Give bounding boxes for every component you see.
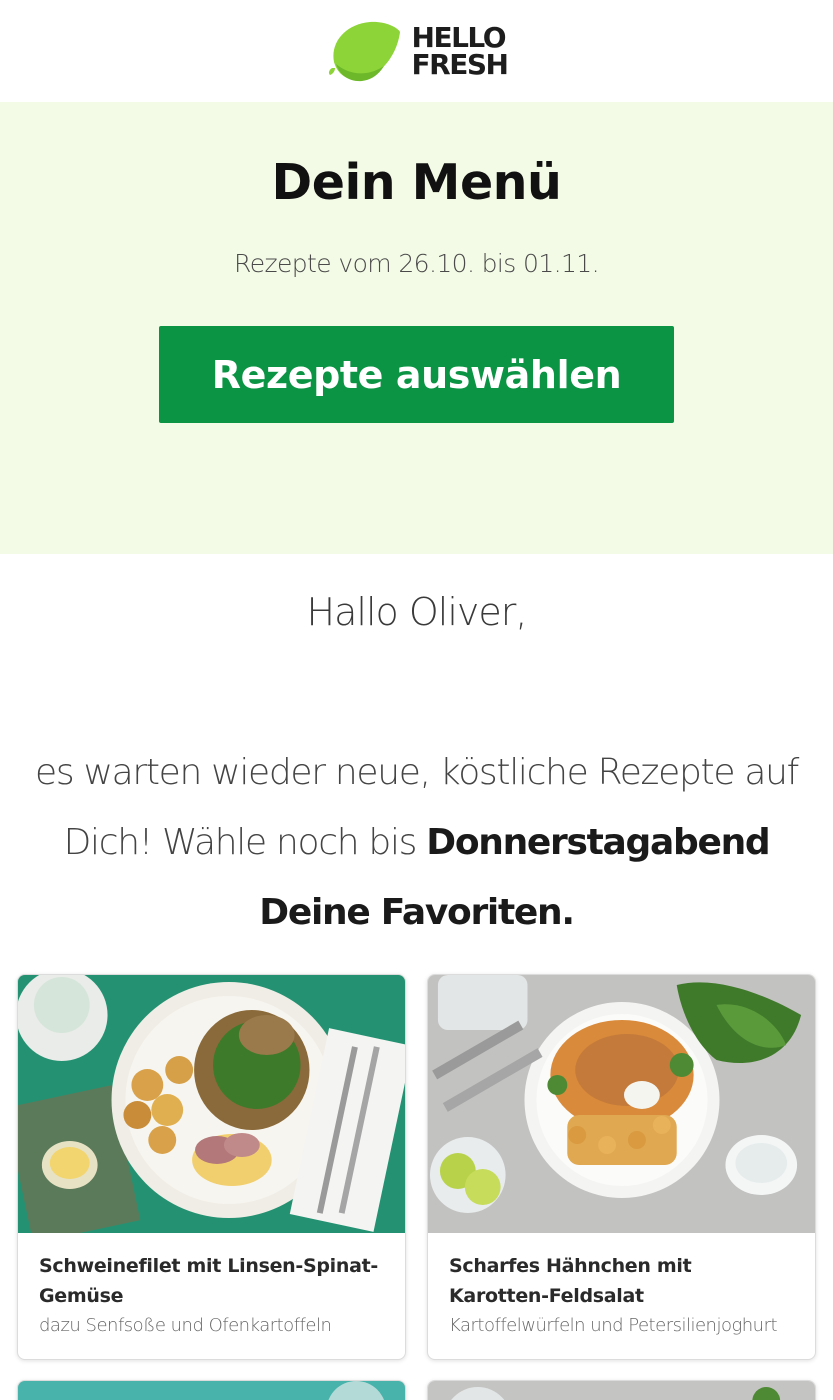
logo-line-hello: HELLO [411,21,507,54]
greeting-text: Hallo Oliver, [306,590,528,634]
hero-title: Dein Menü [271,154,562,211]
recipe-subtitle: Kartoffelwürfeln und Petersilienjoghurt [449,1315,778,1336]
recipe-card[interactable] [427,1380,816,1400]
recipe-image[interactable] [428,1381,815,1400]
recipe-card[interactable]: Scharfes Hähnchen mit Karotten-Feldsalat… [427,974,816,1360]
email-header: HELLO FRESH [0,0,833,102]
recipe-image[interactable] [18,1381,405,1400]
recipe-image-chicken[interactable] [428,975,815,1233]
recipe-title[interactable]: Scharfes Hähnchen mit Karotten-Feldsalat [449,1251,795,1311]
intro-text: es warten wieder neue, köstliche Rezepte… [30,738,803,948]
select-recipes-button[interactable]: Rezepte auswählen [159,326,674,423]
logo-wordmark: HELLO FRESH [411,21,509,81]
recipe-grid: Schweinefilet mit Linsen-Spinat-Gemüse d… [17,974,816,1400]
hellofresh-logo[interactable]: HELLO FRESH [326,18,509,84]
recipe-card-body: Scharfes Hähnchen mit Karotten-Feldsalat… [428,1233,815,1341]
recipe-card[interactable]: Schweinefilet mit Linsen-Spinat-Gemüse d… [17,974,406,1360]
recipe-card-body: Schweinefilet mit Linsen-Spinat-Gemüse d… [18,1233,405,1341]
recipe-subtitle: dazu Senfsoße und Ofenkartoffeln [39,1315,332,1336]
recipe-image-pork[interactable] [18,975,405,1233]
recipe-card[interactable] [17,1380,406,1400]
menu-hero: Dein Menü Rezepte vom 26.10. bis 01.11. … [0,102,833,554]
hero-date-range: Rezepte vom 26.10. bis 01.11. [234,249,599,278]
lime-logo-icon [328,21,400,82]
recipe-title[interactable]: Schweinefilet mit Linsen-Spinat-Gemüse [39,1251,385,1311]
logo-line-fresh: FRESH [411,48,509,81]
